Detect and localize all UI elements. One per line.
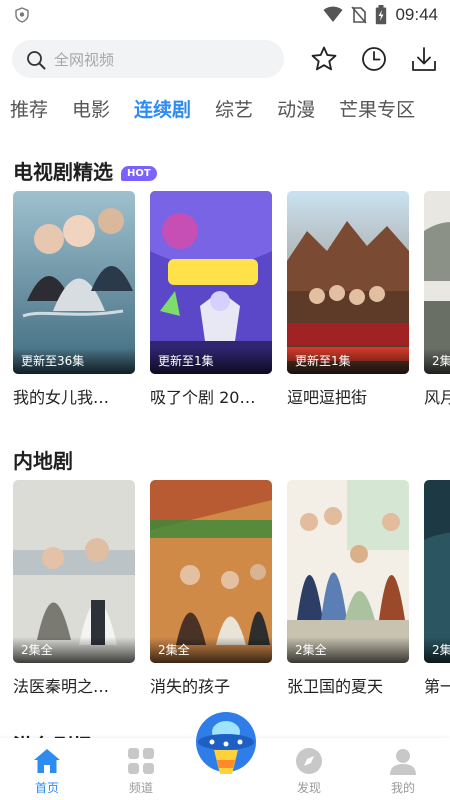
nav-label-discover: 发现	[296, 781, 321, 795]
poster-image: 更新至36集	[13, 191, 135, 374]
poster-art	[13, 191, 135, 374]
card-title: 风月…	[424, 388, 450, 407]
poster-art	[13, 480, 135, 663]
video-card[interactable]: 更新至1集 吸了个剧 20…	[150, 191, 272, 408]
nav-profile[interactable]: 我的	[368, 746, 438, 796]
bottom-nav: 首页 频道 发现 我的	[0, 712, 450, 800]
tab-recommend[interactable]: 推荐	[0, 92, 60, 128]
poster-art	[150, 480, 272, 663]
search-input[interactable]: 全网视频	[12, 40, 284, 78]
video-card[interactable]: 2集… 第一…	[424, 480, 450, 697]
episode-badge: 更新至1集	[287, 348, 409, 374]
card-title: 法医秦明之…	[13, 677, 110, 696]
no-sim-icon	[351, 6, 368, 24]
nav-label-channels: 频道	[128, 781, 153, 795]
battery-icon	[376, 5, 387, 25]
card-title: 吸了个剧 20…	[150, 388, 256, 407]
poster-image: 2集…	[424, 480, 450, 663]
poster-image: 2集全	[287, 480, 409, 663]
mainland-row: 2集全 法医秦明之… 2集全 消失的孩子 2集全 张卫国的夏天 2集 第一	[13, 480, 450, 720]
tab-anime[interactable]: 动漫	[265, 92, 327, 128]
episode-badge: 2集…	[424, 637, 450, 663]
episode-badge: 2集…	[424, 348, 450, 374]
section-title-text: 内地剧	[13, 449, 73, 473]
poster-art	[150, 191, 272, 374]
poster-image: 2集…	[424, 191, 450, 374]
card-title: 逗吧逗把街	[287, 388, 368, 407]
episode-badge: 2集全	[13, 637, 135, 663]
poster-image: 更新至1集	[150, 191, 272, 374]
video-card[interactable]: 2集全 张卫国的夏天	[287, 480, 409, 697]
poster-image: 更新至1集	[287, 191, 409, 374]
episode-badge: 更新至1集	[150, 348, 272, 374]
video-card[interactable]: 2集… 风月…	[424, 191, 450, 408]
poster-image: 2集全	[150, 480, 272, 663]
wifi-icon	[323, 6, 343, 22]
status-bar: 09:44	[0, 0, 450, 30]
video-card[interactable]: 2集全 消失的孩子	[150, 480, 272, 697]
section-title-text: 电视剧精选	[13, 160, 113, 184]
nav-home[interactable]: 首页	[12, 746, 82, 796]
nav-channels[interactable]: 频道	[106, 746, 176, 796]
poster-art	[424, 480, 450, 663]
grid-icon	[128, 748, 154, 774]
featured-row: 更新至36集 我的女儿我… 更新至1集 吸了个剧 20… 更新至1集 逗吧逗把街…	[13, 191, 450, 431]
tab-movies[interactable]: 电影	[60, 92, 122, 128]
shield-icon	[15, 7, 29, 23]
card-title: 第一…	[424, 677, 450, 696]
home-icon	[34, 749, 60, 773]
episode-badge: 更新至36集	[13, 348, 135, 374]
video-card[interactable]: 更新至36集 我的女儿我…	[13, 191, 135, 408]
nav-label-home: 首页	[34, 781, 59, 795]
ufo-mascot-icon	[196, 712, 256, 774]
download-icon[interactable]	[409, 44, 439, 74]
episode-badge: 2集全	[150, 637, 272, 663]
video-card[interactable]: 2集全 法医秦明之…	[13, 480, 135, 697]
status-time: 09:44	[395, 5, 438, 24]
nav-discover[interactable]: 发现	[274, 746, 344, 796]
tab-mango-zone[interactable]: 芒果专区	[327, 92, 427, 128]
card-title: 消失的孩子	[150, 677, 231, 696]
section-title-mainland: 内地剧	[13, 445, 73, 474]
search-icon	[27, 51, 46, 70]
poster-art	[287, 480, 409, 663]
search-placeholder: 全网视频	[54, 51, 115, 69]
episode-badge: 2集全	[287, 637, 409, 663]
nav-label-profile: 我的	[390, 781, 415, 795]
profile-icon	[390, 749, 416, 775]
tab-series[interactable]: 连续剧	[122, 92, 203, 128]
poster-art	[424, 191, 450, 374]
search-row: 全网视频	[0, 40, 450, 80]
card-title: 张卫国的夏天	[287, 677, 384, 696]
poster-art	[287, 191, 409, 374]
video-card[interactable]: 更新至1集 逗吧逗把街	[287, 191, 409, 408]
center-mascot-button[interactable]	[194, 708, 258, 778]
tab-variety[interactable]: 综艺	[203, 92, 265, 128]
compass-icon	[296, 748, 322, 774]
hot-badge: HOT	[121, 166, 157, 181]
star-icon[interactable]	[309, 44, 339, 74]
category-tabs: 推荐 电影 连续剧 综艺 动漫 芒果专区	[0, 92, 450, 128]
card-title: 我的女儿我…	[13, 388, 110, 407]
section-title-featured: 电视剧精选 HOT	[13, 156, 157, 185]
history-clock-icon[interactable]	[359, 44, 389, 74]
poster-image: 2集全	[13, 480, 135, 663]
